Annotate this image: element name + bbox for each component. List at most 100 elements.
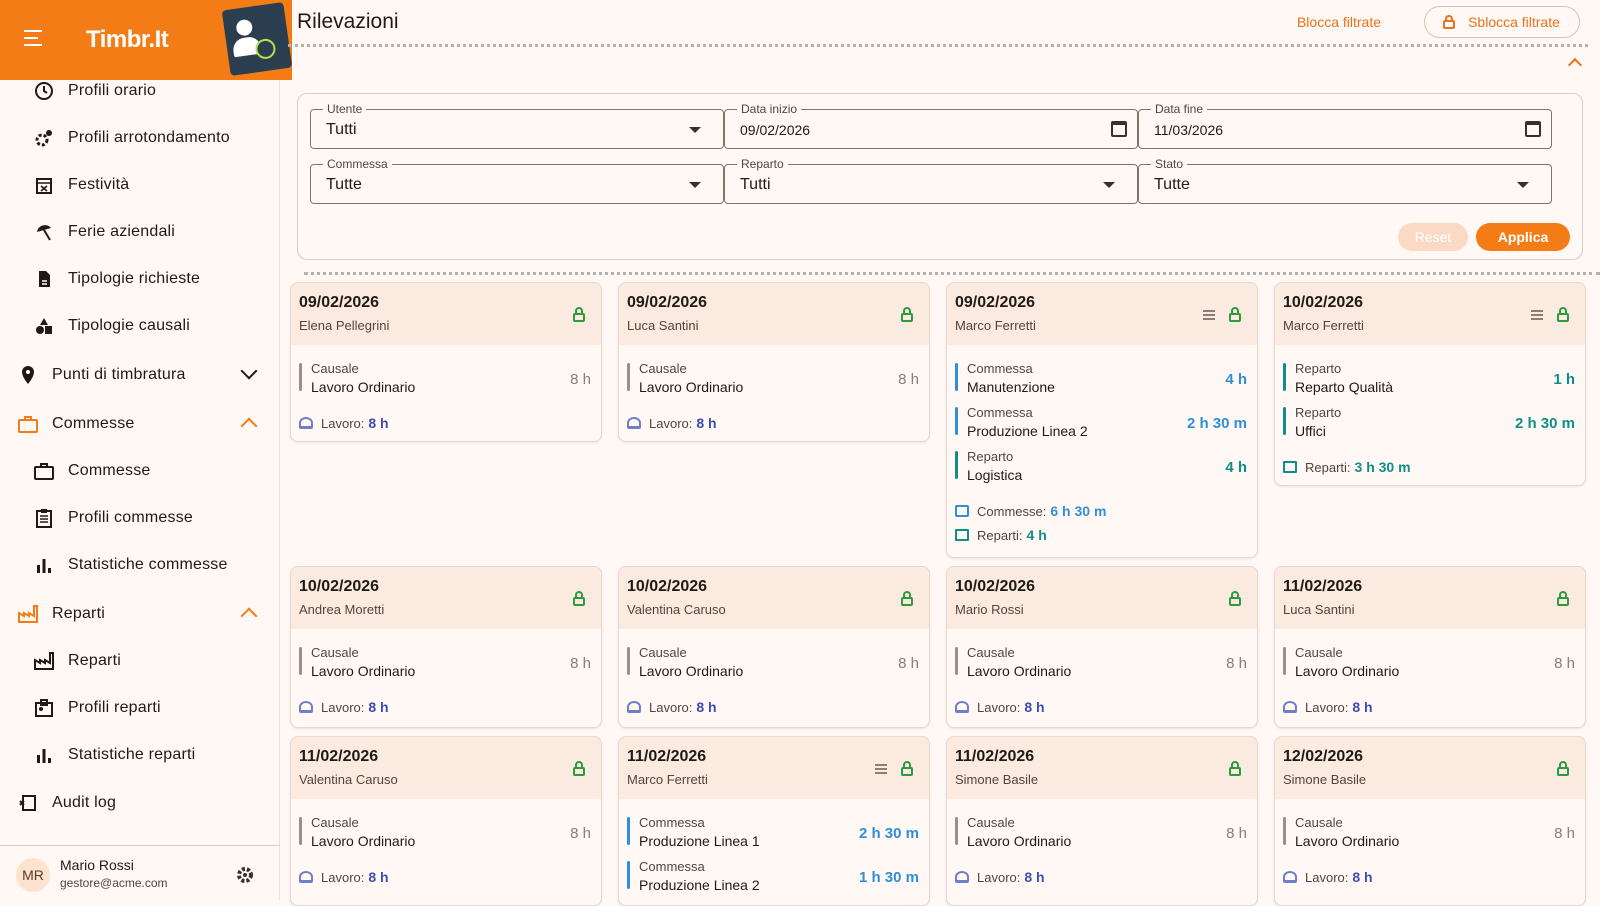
department-select[interactable]: Reparto Tutti — [724, 157, 1138, 204]
record-card[interactable]: 10/02/2026 Mario Rossi Causale Lavoro Ordin… — [946, 566, 1258, 728]
lock-icon[interactable] — [901, 307, 913, 322]
departments-summary: Reparti: 4 h — [955, 527, 1047, 543]
start-date-field[interactable]: Data inizio 09/02/2026 — [724, 102, 1138, 149]
gear-icon[interactable] — [236, 866, 254, 884]
lock-icon[interactable] — [901, 591, 913, 606]
unlock-filtered-label: Sblocca filtrate — [1468, 14, 1560, 30]
sidebar-item-commesse[interactable]: Commesse — [0, 449, 280, 493]
apply-button[interactable]: Applica — [1476, 223, 1570, 251]
user-email: gestore@acme.com — [60, 876, 168, 890]
sidebar: Profili orario Profili arrotondamento Fe… — [0, 0, 280, 900]
entry-hours: 8 h — [1554, 655, 1575, 672]
record-card[interactable]: 10/02/2026 Valentina Caruso Causale Lavoro … — [618, 566, 930, 728]
sidebar-item-statistiche-commesse[interactable]: Statistiche commesse — [0, 543, 280, 587]
entry-color-bar — [627, 647, 630, 675]
clock-icon — [33, 80, 55, 102]
lock-icon[interactable] — [1229, 307, 1241, 322]
calendar-icon[interactable] — [1525, 121, 1541, 137]
sidebar-item-tipologie-causali[interactable]: Tipologie causali — [0, 304, 280, 348]
record-card[interactable]: 10/02/2026 Andrea Moretti Causale Lavoro Or… — [290, 566, 602, 728]
record-card[interactable]: 11/02/2026 Luca Santini Causale Lavoro Ordi… — [1274, 566, 1586, 728]
lock-icon[interactable] — [1557, 761, 1569, 776]
project-select[interactable]: Commessa Tutte — [310, 157, 724, 204]
sidebar-item-statistiche-reparti[interactable]: Statistiche reparti — [0, 733, 280, 777]
sidebar-group-commesse[interactable]: Commesse — [0, 402, 280, 446]
entry-value: Manutenzione — [967, 379, 1055, 395]
app-logo: Timbr.It — [86, 26, 169, 53]
status-select[interactable]: Stato Tutte — [1138, 157, 1552, 204]
card-date: 10/02/2026 — [627, 578, 708, 595]
record-card[interactable]: 09/02/2026 Luca Santini Causale Lavoro Ordi… — [618, 282, 930, 442]
sidebar-item-audit-log[interactable]: Audit log — [0, 781, 280, 825]
work-summary-label: Lavoro: — [649, 415, 693, 431]
avatar[interactable]: MR — [16, 858, 50, 892]
record-card[interactable]: 11/02/2026 Marco Ferretti Commessa Produzio… — [618, 736, 930, 906]
entry-color-bar — [955, 647, 958, 675]
lock-icon[interactable] — [1229, 591, 1241, 606]
notes-icon[interactable] — [1531, 310, 1543, 320]
divider — [288, 44, 1588, 47]
lock-icon[interactable] — [1229, 761, 1241, 776]
sidebar-item-label: Profili arrotondamento — [68, 129, 230, 146]
sidebar-item-punti-di-timbratura[interactable]: Punti di timbratura — [0, 353, 280, 397]
record-card[interactable]: 10/02/2026 Marco Ferretti Reparto Reparto Q… — [1274, 282, 1586, 486]
card-entry: Causale Lavoro Ordinario 8 h — [955, 815, 1249, 853]
lock-icon[interactable] — [573, 307, 585, 322]
record-card[interactable]: 11/02/2026 Valentina Caruso Causale Lavoro … — [290, 736, 602, 906]
entry-hours: 8 h — [898, 655, 919, 672]
record-card[interactable]: 09/02/2026 Elena Pellegrini Causale Lavoro … — [290, 282, 602, 442]
projects-summary-value: 6 h 30 m — [1050, 503, 1107, 519]
sidebar-item-label: Statistiche commesse — [68, 556, 228, 573]
sidebar-group-reparti[interactable]: Reparti — [0, 592, 280, 636]
card-header: 11/02/2026 Simone Basile — [947, 737, 1257, 799]
sidebar-item-reparti[interactable]: Reparti — [0, 639, 280, 683]
work-summary-label: Lavoro: — [321, 869, 365, 885]
end-date-field[interactable]: Data fine 11/03/2026 — [1138, 102, 1552, 149]
notes-icon[interactable] — [875, 764, 887, 774]
entry-color-bar — [299, 647, 302, 675]
lock-icon[interactable] — [573, 761, 585, 776]
record-card[interactable]: 11/02/2026 Simone Basile Causale Lavoro Ord… — [946, 736, 1258, 906]
entry-type: Commessa — [639, 815, 705, 830]
unlock-filtered-button[interactable]: Sblocca filtrate — [1424, 6, 1580, 38]
sidebar-item-profili-reparti[interactable]: Profili reparti — [0, 686, 280, 730]
entry-value: Logistica — [967, 467, 1023, 483]
calendar-icon[interactable] — [1111, 121, 1127, 137]
lock-icon[interactable] — [573, 591, 585, 606]
user-profile: MR Mario Rossi gestore@acme.com — [0, 845, 280, 900]
work-summary: Lavoro: 8 h — [627, 415, 717, 431]
record-card[interactable]: 12/02/2026 Simone Basile Causale Lavoro Ord… — [1274, 736, 1586, 906]
reset-button[interactable]: Reset — [1398, 223, 1468, 251]
sidebar-item-profili-arrotondamento[interactable]: Profili arrotondamento — [0, 116, 280, 160]
card-employee: Andrea Moretti — [299, 602, 385, 617]
record-card[interactable]: 09/02/2026 Marco Ferretti Commessa Manutenz… — [946, 282, 1258, 558]
notes-icon[interactable] — [1203, 310, 1215, 320]
card-employee: Marco Ferretti — [1283, 318, 1364, 333]
chevron-down-icon — [240, 362, 258, 380]
sidebar-item-ferie-aziendali[interactable]: Ferie aziendali — [0, 210, 280, 254]
dropdown-arrow-icon — [689, 182, 701, 188]
sidebar-item-profili-commesse[interactable]: Profili commesse — [0, 496, 280, 540]
dropdown-arrow-icon — [689, 127, 701, 133]
user-select[interactable]: Utente Tutti — [310, 102, 724, 149]
lock-icon[interactable] — [901, 761, 913, 776]
lock-icon[interactable] — [1557, 591, 1569, 606]
lock-filtered-button[interactable]: Blocca filtrate — [1286, 6, 1392, 38]
lock-icon[interactable] — [1557, 307, 1569, 322]
sidebar-item-tipologie-richieste[interactable]: Tipologie richieste — [0, 257, 280, 301]
sidebar-item-festivita[interactable]: Festività — [0, 163, 280, 207]
entry-color-bar — [299, 363, 302, 391]
factory-icon — [33, 650, 55, 672]
chevron-up-icon[interactable] — [1567, 57, 1583, 73]
bar-chart-icon — [33, 744, 55, 766]
entry-type: Causale — [311, 645, 359, 660]
end-date-label: Data fine — [1151, 102, 1208, 116]
bar-chart-icon — [33, 554, 55, 576]
card-employee: Valentina Caruso — [627, 602, 726, 617]
sidebar-item-label: Profili orario — [68, 82, 157, 99]
menu-collapse-icon[interactable] — [24, 30, 46, 50]
divider — [304, 272, 1600, 275]
card-date: 10/02/2026 — [1283, 294, 1364, 311]
dropdown-arrow-icon — [1103, 182, 1115, 188]
card-date: 10/02/2026 — [955, 578, 1036, 595]
